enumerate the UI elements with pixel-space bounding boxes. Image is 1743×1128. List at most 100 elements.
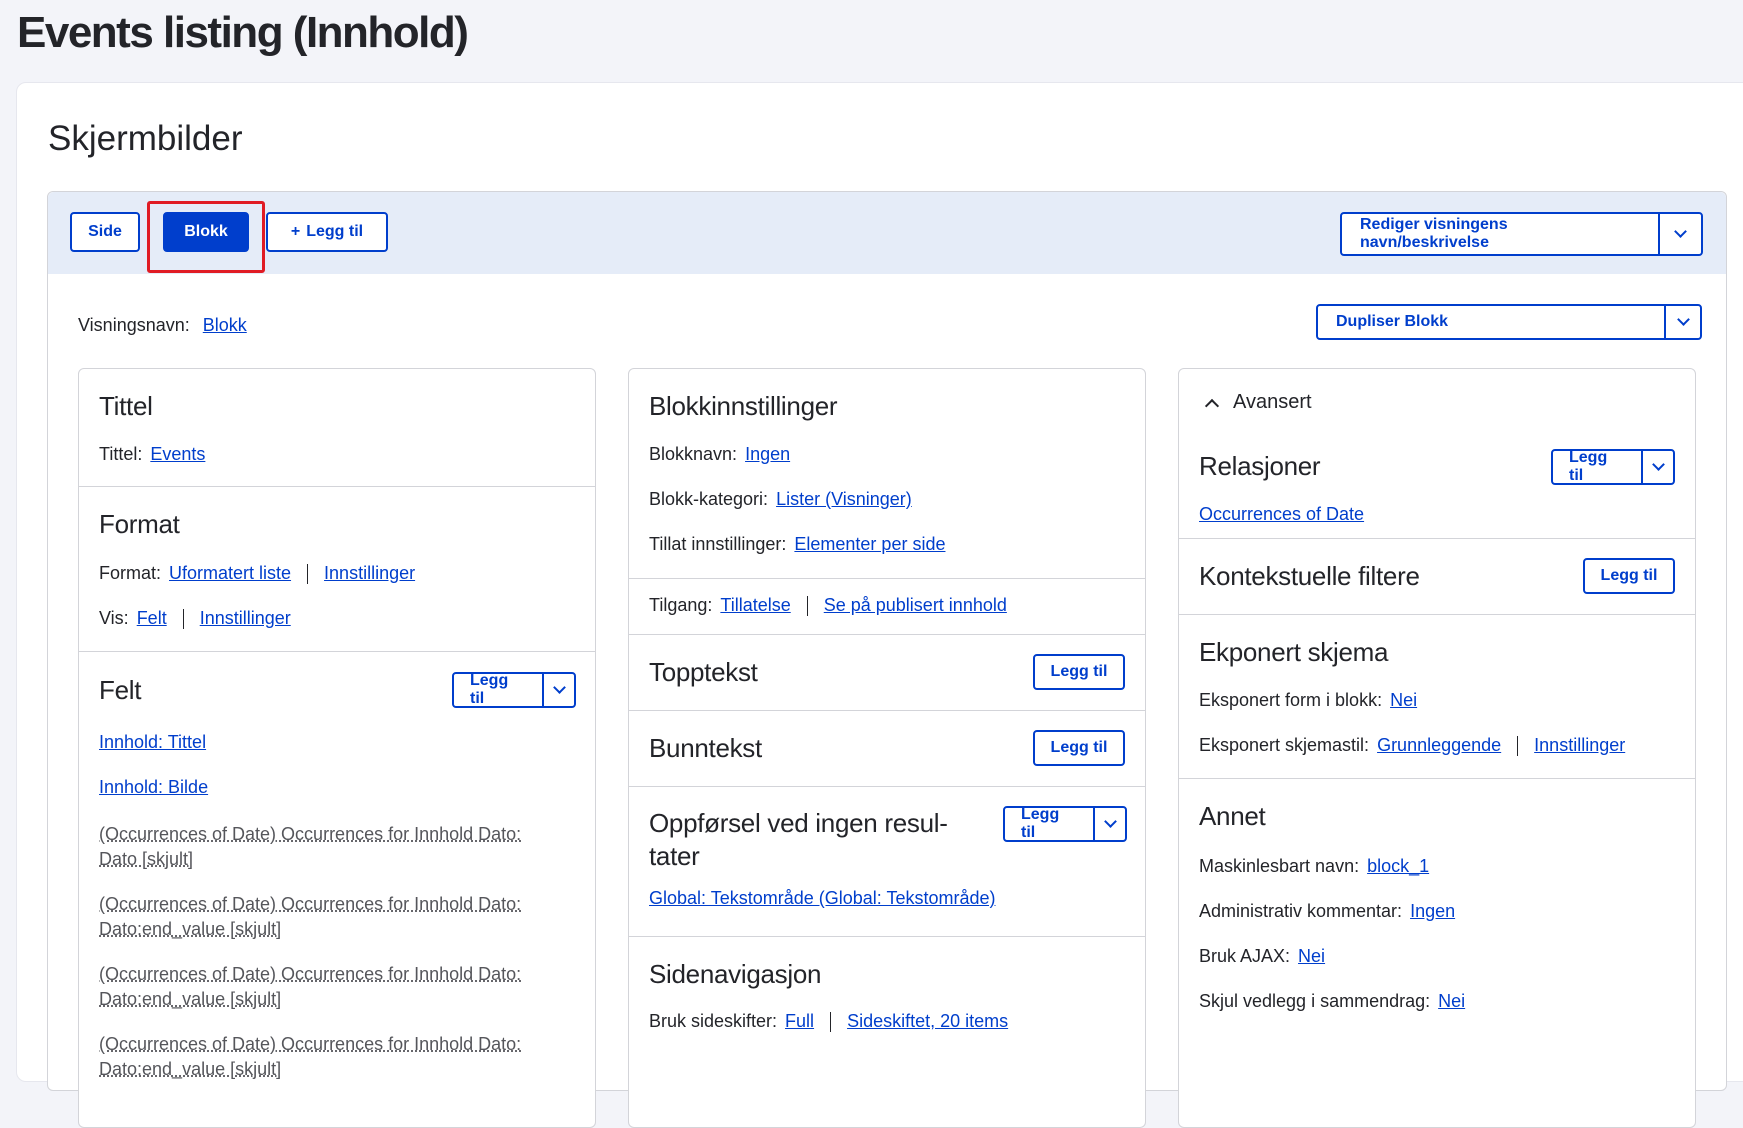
header-section: Topptekst Legg til (629, 635, 1145, 711)
relations-link[interactable]: Occurrences of Date (1199, 504, 1364, 524)
fields-add-split-button: Legg til (452, 672, 576, 708)
field-link[interactable]: (Occurrences of Date) Occurrences for In… (99, 894, 521, 939)
duplicate-button[interactable]: Dupliser Blokk (1318, 306, 1664, 338)
format-settings-link[interactable]: Innstillinger (324, 563, 415, 583)
exposed-style-row: Eksponert skjemastil: Grunnleggende Innsti… (1199, 735, 1625, 757)
access-label: Tilgang: (649, 595, 713, 615)
no-results-add-split-button: Legg til (1003, 806, 1127, 842)
exposed-style-settings-link[interactable]: Innstillinger (1534, 735, 1625, 755)
footer-heading: Bunntekst (649, 733, 762, 763)
section-title: Skjermbilder (48, 119, 243, 158)
display-name-label: Visningsnavn: (78, 315, 190, 335)
show-label: Vis: (99, 608, 129, 628)
field-item: (Occurrences of Date) Occurrences for In… (99, 1032, 559, 1082)
block-category-link[interactable]: Lister (Visninger) (776, 489, 912, 509)
duplicate-toggle[interactable] (1664, 306, 1700, 338)
contextual-filters-add-button[interactable]: Legg til (1583, 558, 1675, 594)
allow-settings-row: Tillat innstillinger: Elementer per side (649, 534, 945, 555)
footer-add-button[interactable]: Legg til (1033, 730, 1125, 766)
header-add-button[interactable]: Legg til (1033, 654, 1125, 690)
display-panel: Side Blokk + Legg til Rediger visningens… (47, 191, 1727, 1128)
tab-blokk[interactable]: Blokk (163, 212, 249, 252)
no-results-section: Oppførsel ved ingen resul-tater Legg til… (629, 787, 1145, 937)
pager-link-2[interactable]: Sideskiftet, 20 items (847, 1011, 1008, 1031)
header-heading: Topptekst (649, 657, 758, 687)
tab-side[interactable]: Side (70, 212, 140, 252)
access-link[interactable]: Tillatelse (720, 595, 790, 615)
edit-name-button[interactable]: Rediger visningens navn/beskrivelse (1342, 214, 1658, 254)
field-link[interactable]: Innhold: Tittel (99, 732, 206, 752)
separator (1517, 736, 1519, 757)
field-item: (Occurrences of Date) Occurrences for In… (99, 892, 559, 942)
chevron-down-icon (552, 681, 566, 694)
edit-name-split-button: Rediger visningens navn/beskrivelse (1340, 212, 1703, 256)
exposed-block-link[interactable]: Nei (1390, 690, 1417, 710)
separator (806, 596, 808, 617)
field-link[interactable]: (Occurrences of Date) Occurrences for In… (99, 1034, 521, 1079)
format-link[interactable]: Uformatert liste (169, 563, 291, 583)
no-results-heading: Oppførsel ved ingen resul-tater (649, 807, 948, 873)
pager-link[interactable]: Full (785, 1011, 814, 1031)
exposed-block-row: Eksponert form i blokk: Nei (1199, 690, 1417, 711)
field-link[interactable]: (Occurrences of Date) Occurrences for In… (99, 964, 521, 1009)
add-display-button[interactable]: + Legg til (266, 212, 388, 252)
display-name-link[interactable]: Blokk (203, 315, 247, 335)
allow-settings-label: Tillat innstillinger: (649, 534, 787, 554)
access-section: Tilgang: Tillatelse Se på publisert innhol… (629, 579, 1145, 635)
allow-settings-link[interactable]: Elementer per side (794, 534, 945, 554)
ajax-row: Bruk AJAX: Nei (1199, 946, 1325, 967)
column-basic: Tittel Tittel: Events Format Format: Uform… (78, 368, 596, 1128)
other-section: Annet Maskinlesbart navn: block_1 Adminis… (1179, 779, 1695, 1127)
machine-name-row: Maskinlesbart navn: block_1 (1199, 856, 1429, 877)
fields-add-button[interactable]: Legg til (454, 674, 542, 706)
machine-name-link[interactable]: block_1 (1367, 856, 1429, 876)
no-results-add-button[interactable]: Legg til (1005, 808, 1093, 840)
no-results-link[interactable]: Global: Tekstområde (Global: Tekstområde… (649, 888, 996, 908)
ajax-link[interactable]: Nei (1298, 946, 1325, 966)
title-section: Tittel Tittel: Events (79, 369, 595, 487)
edit-name-toggle[interactable] (1658, 214, 1701, 254)
admin-comment-row: Administrativ kommentar: Ingen (1199, 901, 1455, 922)
show-link[interactable]: Felt (137, 608, 167, 628)
field-item: Innhold: Tittel (99, 732, 206, 753)
relations-add-split-button: Legg til (1551, 449, 1675, 485)
page-title: Events listing (Innhold) (17, 8, 469, 57)
machine-name-label: Maskinlesbart navn: (1199, 856, 1360, 876)
admin-comment-link[interactable]: Ingen (1410, 901, 1455, 921)
title-label: Tittel: (99, 444, 143, 464)
relations-add-toggle[interactable] (1641, 451, 1673, 483)
no-results-row: Global: Tekstområde (Global: Tekstområde… (649, 888, 996, 909)
advanced-toggle[interactable]: Avansert (1203, 391, 1312, 414)
chevron-down-icon (1674, 225, 1687, 238)
field-item: Innhold: Bilde (99, 777, 208, 798)
title-row: Tittel: Events (99, 444, 205, 465)
advanced-label: Avansert (1233, 391, 1312, 413)
access-link-2[interactable]: Se på publisert innhold (824, 595, 1007, 615)
content-region: Skjermbilder Side Blokk + Legg til Redig… (16, 82, 1743, 1128)
fields-add-toggle[interactable] (542, 674, 574, 706)
column-advanced: Avansert Relasjoner Legg til Occurrences… (1178, 368, 1696, 1128)
field-link[interactable]: Innhold: Bilde (99, 777, 208, 797)
exposed-style-link[interactable]: Grunnleggende (1377, 735, 1501, 755)
fields-heading: Felt (99, 675, 142, 705)
separator (307, 564, 309, 585)
relations-heading: Relasjoner (1199, 451, 1321, 481)
title-link[interactable]: Events (150, 444, 205, 464)
hide-attachments-link[interactable]: Nei (1438, 991, 1465, 1011)
no-results-add-toggle[interactable] (1093, 808, 1125, 840)
relations-row: Occurrences of Date (1199, 504, 1364, 525)
title-heading: Tittel (99, 391, 153, 421)
no-results-heading-line: Oppførsel ved ingen resul- (649, 808, 948, 838)
relations-add-button[interactable]: Legg til (1553, 451, 1641, 483)
pager-label: Bruk sideskifter: (649, 1011, 778, 1031)
field-link[interactable]: (Occurrences of Date) Occurrences for In… (99, 824, 521, 869)
field-item: (Occurrences of Date) Occurrences for In… (99, 962, 559, 1012)
block-name-link[interactable]: Ingen (745, 444, 790, 464)
block-settings-heading: Blokkinnstillinger (649, 391, 838, 421)
show-settings-link[interactable]: Innstillinger (200, 608, 291, 628)
exposed-style-label: Eksponert skjemastil: (1199, 735, 1370, 755)
hide-attachments-label: Skjul vedlegg i sammendrag: (1199, 991, 1431, 1011)
exposed-form-section: Ekponert skjema Eksponert form i blokk: N… (1179, 615, 1695, 779)
contextual-filters-section: Kontekstuelle filtere Legg til (1179, 539, 1695, 615)
hide-attachments-row: Skjul vedlegg i sammendrag: Nei (1199, 991, 1465, 1012)
